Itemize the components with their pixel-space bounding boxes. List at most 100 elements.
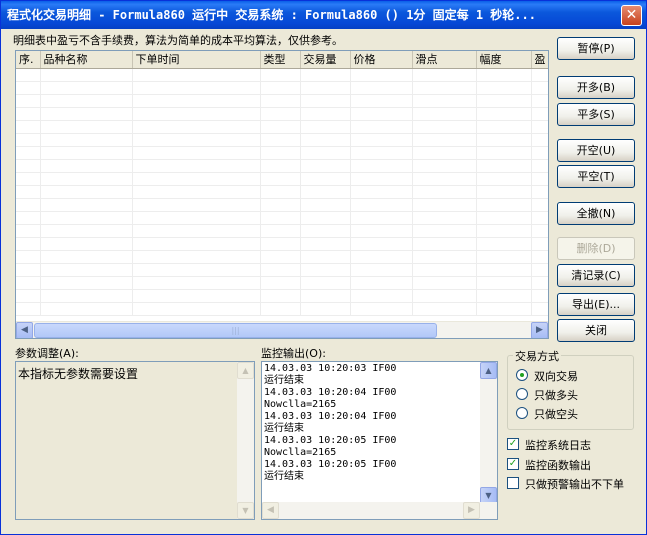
- table-row[interactable]: [16, 107, 548, 121]
- scroll-right-icon[interactable]: ▶: [531, 322, 548, 338]
- table-cell: [16, 263, 41, 277]
- table-cell: [350, 224, 413, 238]
- table-cell: [476, 224, 532, 238]
- export-button[interactable]: 导出(E)...: [557, 293, 635, 316]
- trade-detail-window: 程式化交易明细 - Formula860 运行中 交易系统 : Formula8…: [0, 0, 647, 535]
- scroll-thumb[interactable]: |||: [34, 323, 437, 338]
- column-header-time[interactable]: 下单时间: [132, 51, 261, 69]
- table-row[interactable]: [16, 250, 548, 264]
- table-cell: [132, 198, 261, 212]
- monitor-output-box[interactable]: 14.03.03 10:20:03 IF00 运行结束 14.03.03 10:20…: [261, 361, 498, 520]
- title-bar[interactable]: 程式化交易明细 - Formula860 运行中 交易系统 : Formula8…: [1, 1, 646, 29]
- table-cell: [132, 211, 261, 225]
- table-cell: [412, 237, 477, 251]
- close-short-button[interactable]: 平空(T): [557, 165, 635, 188]
- table-cell: [132, 81, 261, 95]
- checkbox-checked-icon[interactable]: ✓: [507, 458, 519, 470]
- checkbox-checked-icon[interactable]: ✓: [507, 438, 519, 450]
- radio-label: 双向交易: [534, 370, 578, 383]
- column-header-type[interactable]: 类型: [260, 51, 301, 69]
- close-long-button[interactable]: 平多(S): [557, 103, 635, 126]
- radio-short-only[interactable]: 只做空头: [516, 405, 636, 421]
- pause-button[interactable]: 暂停(P): [557, 37, 635, 60]
- close-window-button[interactable]: ✕: [621, 5, 642, 26]
- params-vertical-scrollbar[interactable]: ▲ ▼: [237, 362, 254, 519]
- scroll-left-icon[interactable]: ◀: [16, 322, 33, 338]
- column-header-name[interactable]: 品种名称: [40, 51, 133, 69]
- table-cell: [531, 68, 548, 82]
- scroll-left-icon[interactable]: ◀: [262, 502, 279, 519]
- checkbox-unchecked-icon[interactable]: [507, 477, 519, 489]
- table-cell: [476, 263, 532, 277]
- scroll-up-icon[interactable]: ▲: [480, 362, 497, 379]
- delete-button[interactable]: 删除(D): [557, 237, 635, 260]
- radio-icon[interactable]: [516, 407, 528, 419]
- table-row[interactable]: [16, 159, 548, 173]
- params-label: 参数调整(A):: [15, 347, 79, 360]
- table-cell: [350, 211, 413, 225]
- table-row[interactable]: [16, 146, 548, 160]
- radio-selected-icon[interactable]: [516, 369, 528, 381]
- checkbox-label: 监控系统日志: [525, 439, 591, 452]
- column-header-range[interactable]: 幅度: [476, 51, 532, 69]
- radio-two-way[interactable]: 双向交易: [516, 367, 636, 383]
- table-cell: [412, 81, 477, 95]
- scroll-down-icon[interactable]: ▼: [237, 502, 254, 519]
- table-cell: [476, 146, 532, 160]
- column-header-profit[interactable]: 盈: [531, 51, 548, 69]
- table-cell: [476, 94, 532, 108]
- table-row[interactable]: [16, 276, 548, 290]
- open-short-button[interactable]: 开空(U): [557, 139, 635, 162]
- table-row[interactable]: [16, 237, 548, 251]
- table-cell: [476, 120, 532, 134]
- column-header-price[interactable]: 价格: [350, 51, 413, 69]
- table-row[interactable]: [16, 133, 548, 147]
- table-cell: [40, 276, 133, 290]
- table-row[interactable]: [16, 198, 548, 212]
- checkbox-function-output[interactable]: ✓ 监控函数输出: [507, 456, 647, 472]
- open-long-button[interactable]: 开多(B): [557, 76, 635, 99]
- table-cell: [132, 276, 261, 290]
- monitor-vertical-scrollbar[interactable]: ▲ ▼: [480, 362, 497, 504]
- monitor-horizontal-scrollbar[interactable]: ◀ ▶: [262, 502, 497, 519]
- table-cell: [260, 263, 301, 277]
- table-row[interactable]: [16, 289, 548, 303]
- table-row[interactable]: [16, 81, 548, 95]
- column-header-index[interactable]: 序.: [16, 51, 41, 69]
- table-row[interactable]: [16, 185, 548, 199]
- table-cell: [40, 68, 133, 82]
- scroll-up-icon[interactable]: ▲: [237, 362, 254, 379]
- table-cell: [40, 237, 133, 251]
- radio-icon[interactable]: [516, 388, 528, 400]
- table-row[interactable]: [16, 120, 548, 134]
- table-row[interactable]: [16, 172, 548, 186]
- cancel-all-button[interactable]: 全撤(N): [557, 202, 635, 225]
- monitor-line: 运行结束: [264, 423, 304, 434]
- monitor-line: 14.03.03 10:20:04 IF00: [264, 387, 397, 398]
- table-row[interactable]: [16, 224, 548, 238]
- table-cell: [40, 263, 133, 277]
- radio-long-only[interactable]: 只做多头: [516, 386, 636, 402]
- scroll-right-icon[interactable]: ▶: [463, 502, 480, 519]
- trade-grid[interactable]: 序. 品种名称 下单时间 类型 交易量 价格 滑点 幅度 盈 ◀ ||| ▶: [15, 50, 549, 339]
- table-row[interactable]: [16, 94, 548, 108]
- table-cell: [16, 146, 41, 160]
- table-cell: [260, 159, 301, 173]
- table-cell: [476, 81, 532, 95]
- grid-horizontal-scrollbar[interactable]: ◀ ||| ▶: [16, 321, 548, 338]
- params-box[interactable]: 本指标无参数需要设置 ▲ ▼: [15, 361, 255, 520]
- column-header-slippage[interactable]: 滑点: [412, 51, 477, 69]
- clear-log-button[interactable]: 清记录(C): [557, 264, 635, 287]
- table-cell: [350, 81, 413, 95]
- close-button[interactable]: 关闭: [557, 319, 635, 342]
- monitor-output-text: 14.03.03 10:20:03 IF00 运行结束 14.03.03 10:20…: [264, 363, 479, 483]
- table-row[interactable]: [16, 68, 548, 82]
- table-cell: [16, 198, 41, 212]
- table-row[interactable]: [16, 302, 548, 316]
- table-row[interactable]: [16, 263, 548, 277]
- table-row[interactable]: [16, 211, 548, 225]
- trade-mode-label: 交易方式: [513, 348, 561, 364]
- checkbox-system-log[interactable]: ✓ 监控系统日志: [507, 436, 647, 452]
- column-header-volume[interactable]: 交易量: [300, 51, 351, 69]
- checkbox-alert-only[interactable]: 只做预警输出不下单: [507, 475, 647, 491]
